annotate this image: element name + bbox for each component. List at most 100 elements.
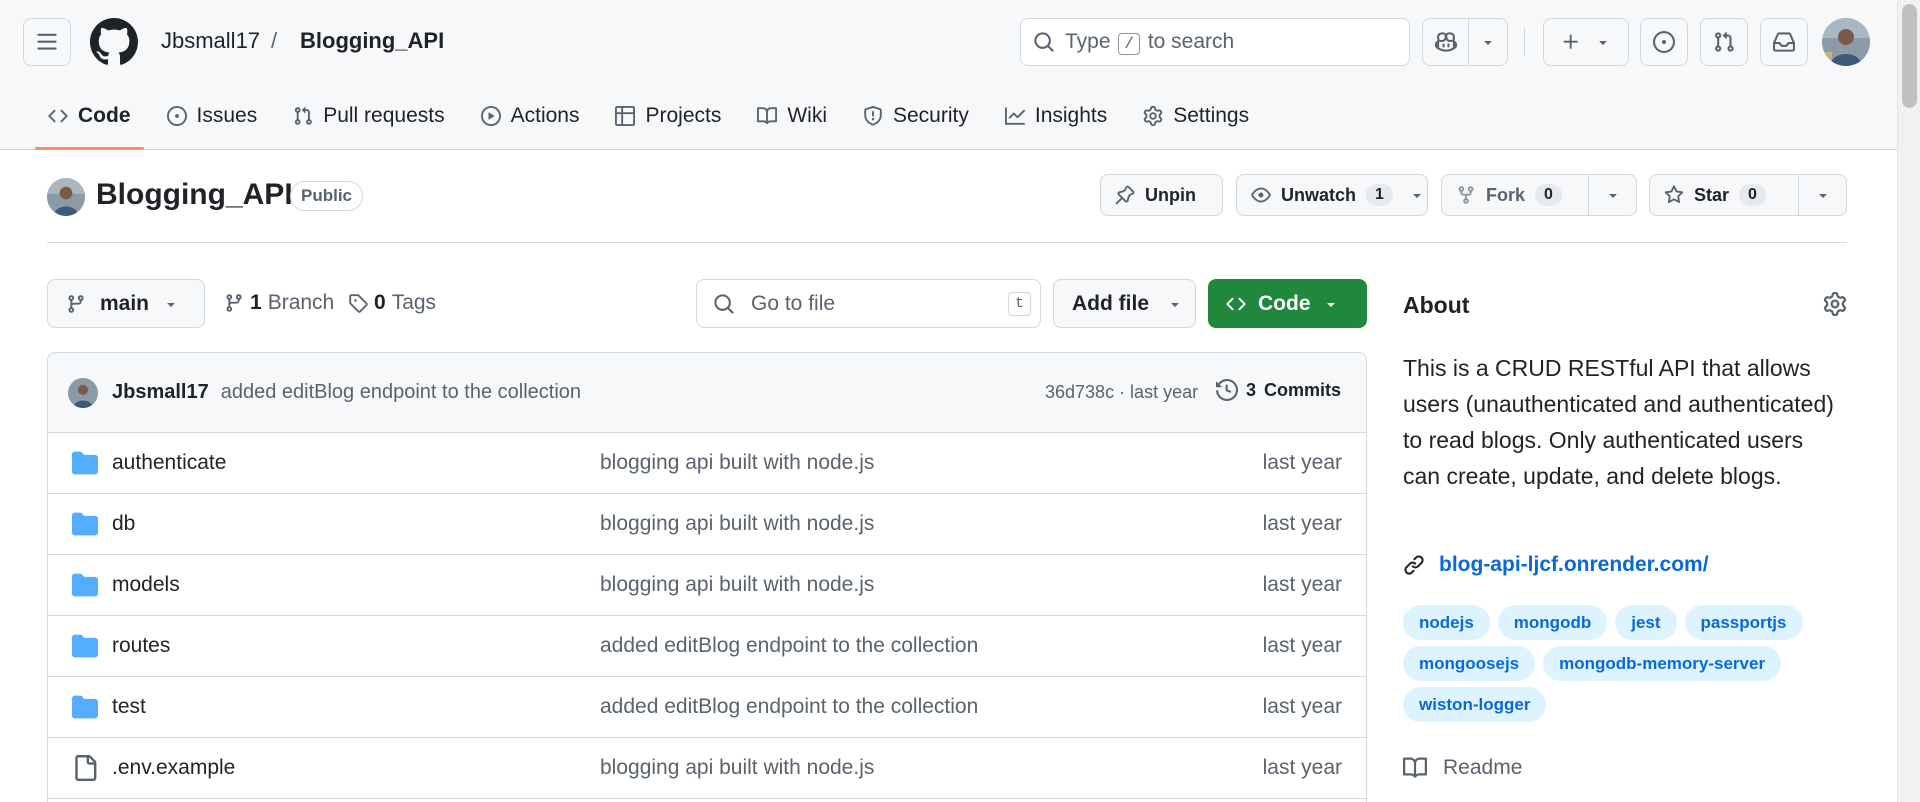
tab-pull-requests[interactable]: Pull requests <box>280 96 457 136</box>
commit-message-link[interactable]: added editBlog endpoint to the collectio… <box>221 381 581 404</box>
repo-title[interactable]: Blogging_API <box>96 178 293 212</box>
watch-dropdown-button[interactable] <box>1407 175 1427 215</box>
triangle-down-icon <box>1484 41 1492 45</box>
branches-link[interactable]: 1 Branch <box>224 291 334 315</box>
homepage-link[interactable]: blog-api-ljcf.onrender.com/ <box>1403 553 1709 577</box>
topic-tag[interactable]: jest <box>1615 605 1677 640</box>
tab-projects[interactable]: Projects <box>602 96 734 136</box>
hamburger-menu-button[interactable] <box>23 18 71 66</box>
file-row[interactable]: models blogging api built with node.js l… <box>48 555 1366 616</box>
file-row[interactable]: routes added editBlog endpoint to the co… <box>48 616 1366 677</box>
scrollbar-thumb[interactable] <box>1902 4 1917 108</box>
file-commit-message-link[interactable]: blogging api built with node.js <box>600 756 874 780</box>
file-name-link[interactable]: test <box>112 695 146 719</box>
topic-tag[interactable]: nodejs <box>1403 605 1490 640</box>
tab-label: Actions <box>510 104 580 127</box>
file-commit-message-link[interactable]: added editBlog endpoint to the collectio… <box>600 695 978 719</box>
tab-code[interactable]: Code <box>35 96 144 150</box>
your-pull-requests-button[interactable] <box>1700 18 1748 66</box>
title-divider <box>47 242 1847 243</box>
book-icon <box>1403 757 1427 778</box>
commit-author-link[interactable]: Jbsmall17 <box>112 381 209 404</box>
file-name-link[interactable]: db <box>112 512 135 536</box>
fork-button[interactable]: Fork 0 <box>1441 174 1637 216</box>
file-name-link[interactable]: authenticate <box>112 451 226 475</box>
tab-security[interactable]: Security <box>850 96 982 136</box>
file-name-link[interactable]: routes <box>112 634 170 658</box>
star-dropdown-button[interactable] <box>1798 175 1846 215</box>
edit-about-button[interactable] <box>1823 292 1847 316</box>
search-icon <box>714 293 734 314</box>
global-search-input[interactable]: Type / to search <box>1020 18 1410 66</box>
commits-label: Commits <box>1264 379 1342 400</box>
star-label: Star <box>1694 184 1730 205</box>
unpin-button[interactable]: Unpin <box>1100 174 1223 216</box>
tab-issues[interactable]: Issues <box>154 96 271 136</box>
file-name-link[interactable]: .env.example <box>112 756 235 780</box>
commit-author-avatar[interactable] <box>68 377 98 408</box>
readme-link[interactable]: Readme <box>1403 756 1522 780</box>
copilot-button[interactable] <box>1423 19 1470 65</box>
your-issues-button[interactable] <box>1640 18 1688 66</box>
commits-history-link[interactable]: 3 Commits <box>1216 379 1341 401</box>
tab-wiki[interactable]: Wiki <box>744 96 840 136</box>
topic-tag[interactable]: passportjs <box>1684 605 1803 640</box>
create-new-button[interactable] <box>1543 18 1629 66</box>
tab-actions[interactable]: Actions <box>468 96 593 136</box>
go-to-file-shortcut: t <box>1007 292 1031 316</box>
page-scrollbar[interactable] <box>1897 0 1920 802</box>
tags-link[interactable]: 0 Tags <box>348 291 436 315</box>
file-row[interactable]: test added editBlog endpoint to the coll… <box>48 677 1366 738</box>
file-row[interactable]: db blogging api built with node.js last … <box>48 494 1366 555</box>
file-row[interactable]: authenticate blogging api built with nod… <box>48 433 1366 494</box>
unwatch-button[interactable]: Unwatch 1 <box>1236 174 1428 216</box>
file-row[interactable]: .env.example blogging api built with nod… <box>48 738 1366 799</box>
breadcrumb-owner-link[interactable]: Jbsmall17 <box>161 28 260 54</box>
file-commit-message-link[interactable]: blogging api built with node.js <box>600 512 874 536</box>
branch-selector-button[interactable]: main <box>47 279 205 328</box>
homepage-url: blog-api-ljcf.onrender.com/ <box>1439 553 1709 576</box>
search-prefix: Type <box>1065 29 1111 53</box>
file-name-link[interactable]: models <box>112 573 180 597</box>
fork-dropdown-button[interactable] <box>1588 175 1636 215</box>
code-clone-button[interactable]: Code <box>1208 279 1367 328</box>
commit-sha-time[interactable]: 36d738c · last year <box>1045 382 1198 403</box>
branches-label: Branch <box>267 291 335 314</box>
star-button[interactable]: Star 0 <box>1649 174 1847 216</box>
github-logo-icon[interactable] <box>90 18 138 66</box>
eye-icon <box>1251 187 1271 203</box>
tab-settings[interactable]: Settings <box>1130 96 1262 136</box>
shield-icon <box>864 106 882 126</box>
search-suffix: to search <box>1147 29 1235 53</box>
repo-owner-avatar[interactable] <box>47 178 85 216</box>
commits-count: 3 <box>1246 379 1257 400</box>
file-commit-message-link[interactable]: blogging api built with node.js <box>600 573 874 597</box>
gear-icon <box>1143 106 1163 126</box>
unpin-label: Unpin <box>1145 184 1196 205</box>
breadcrumb-repo-link[interactable]: Blogging_API <box>300 28 444 54</box>
topic-tag[interactable]: mongodb-memory-server <box>1543 646 1782 681</box>
star-counter: 0 <box>1739 184 1766 206</box>
user-avatar[interactable] <box>1822 18 1870 66</box>
file-icon <box>75 755 97 781</box>
file-commit-message-link[interactable]: blogging api built with node.js <box>600 451 874 475</box>
add-file-button[interactable]: Add file <box>1053 279 1196 328</box>
pin-icon <box>1115 185 1135 205</box>
triangle-down-icon <box>1326 302 1335 307</box>
copilot-dropdown-button[interactable] <box>1469 19 1507 65</box>
go-to-file-input[interactable]: Go to file t <box>696 279 1041 328</box>
repo-forked-icon <box>1458 186 1474 204</box>
tab-insights[interactable]: Insights <box>992 96 1120 136</box>
file-commit-date: last year <box>1262 756 1342 779</box>
folder-icon <box>72 573 98 597</box>
triangle-down-icon <box>1818 194 1827 198</box>
file-commit-date: last year <box>1262 451 1342 474</box>
watch-counter: 1 <box>1366 184 1393 206</box>
file-commit-message-link[interactable]: added editBlog endpoint to the collectio… <box>600 634 978 658</box>
notifications-inbox-button[interactable] <box>1760 18 1808 66</box>
gear-icon <box>1823 292 1847 316</box>
topic-tag[interactable]: wiston-logger <box>1403 687 1547 722</box>
topic-tag[interactable]: mongoosejs <box>1403 646 1536 681</box>
topic-tag[interactable]: mongodb <box>1497 605 1608 640</box>
file-tree-table: Jbsmall17 added editBlog endpoint to the… <box>47 352 1367 802</box>
